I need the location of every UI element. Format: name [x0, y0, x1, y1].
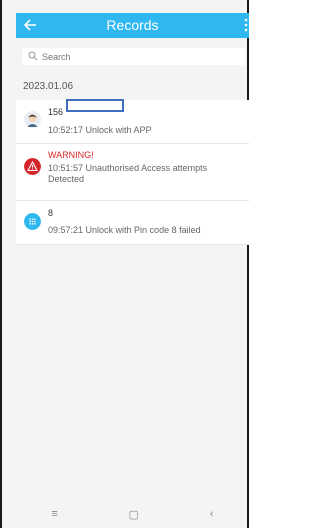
- user-avatar-icon: [24, 111, 41, 128]
- records-list: 156 10:52:17 Unlock with APP WARNING! 10…: [16, 99, 249, 245]
- app-frame: Records 2023.01.06 156 10:52:17 Unlock w…: [0, 0, 249, 528]
- menu-nav-icon[interactable]: ≡: [51, 508, 57, 520]
- app-header: Records: [16, 13, 249, 38]
- record-detail: 10:51:57 Unauthorised Access attempts De…: [48, 163, 208, 184]
- record-item[interactable]: 156 10:52:17 Unlock with APP: [16, 99, 249, 144]
- date-group-header: 2023.01.06: [23, 81, 74, 92]
- search-input[interactable]: [42, 49, 232, 64]
- record-item[interactable]: WARNING! 10:51:57 Unauthorised Access at…: [16, 144, 249, 201]
- home-nav-icon[interactable]: ▢: [129, 508, 139, 521]
- record-detail: 09:57:21 Unlock with Pin code 8 failed: [48, 225, 201, 235]
- redaction-box: [66, 99, 124, 112]
- warning-triangle-icon: [24, 158, 41, 175]
- search-bar[interactable]: [22, 48, 245, 65]
- more-menu-icon[interactable]: [244, 18, 248, 32]
- keypad-icon: [24, 213, 41, 230]
- system-nav-bar: ≡ ▢ ‹: [16, 506, 249, 522]
- record-title: 156: [48, 107, 64, 117]
- record-title: WARNING!: [48, 150, 94, 160]
- record-item[interactable]: 8 09:57:21 Unlock with Pin code 8 failed: [16, 201, 249, 245]
- page-title: Records: [106, 17, 159, 33]
- record-detail: 10:52:17 Unlock with APP: [48, 125, 152, 135]
- back-nav-icon[interactable]: ‹: [210, 508, 214, 520]
- record-title: 8: [48, 208, 54, 218]
- search-icon: [28, 51, 38, 61]
